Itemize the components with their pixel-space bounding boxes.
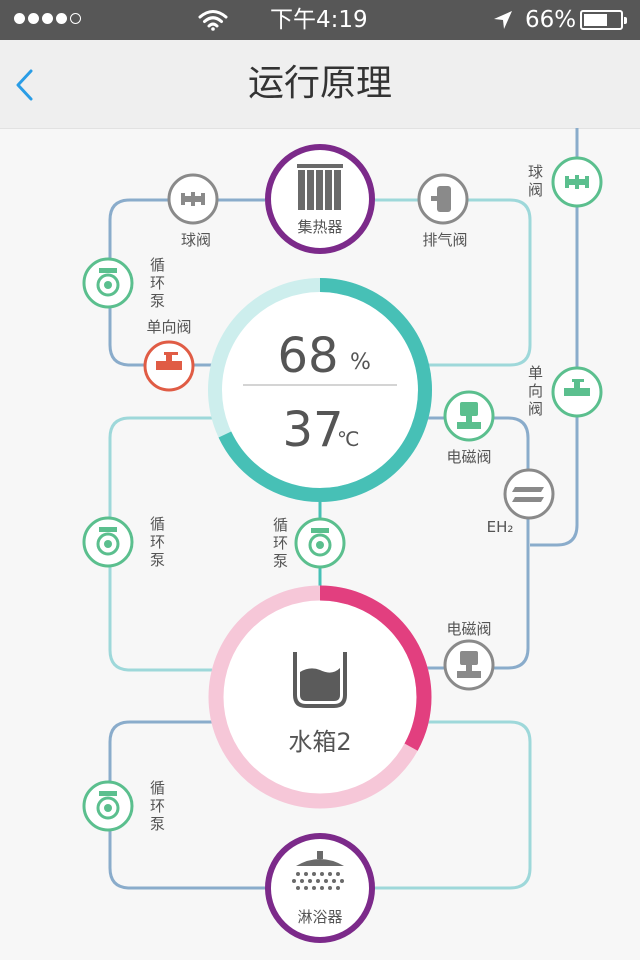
check-valve-right-label: 单向阀	[528, 364, 543, 418]
pump-upper-left[interactable]: 循环泵	[82, 256, 165, 310]
heater-label: EH₂	[487, 518, 514, 536]
ball-valve-top-label: 球阀	[181, 231, 211, 249]
gauge-temp-value: 37	[282, 402, 343, 458]
pump-center[interactable]: 循环泵	[273, 516, 346, 570]
solar-collector[interactable]: 集热器	[265, 144, 375, 254]
shower[interactable]: 淋浴器	[265, 833, 375, 943]
solenoid-valve-upper-label: 电磁阀	[446, 448, 491, 466]
ball-valve-right-label: 球阀	[528, 163, 543, 199]
gauge: 68 % 37 ℃	[208, 278, 432, 502]
ball-valve-icon	[565, 175, 589, 189]
pump-lower-left[interactable]: 循环泵	[82, 779, 165, 833]
tank-label: 水箱2	[288, 728, 351, 756]
check-valve-left[interactable]: 单向阀	[143, 318, 195, 392]
exhaust-valve[interactable]: 排气阀	[417, 173, 469, 249]
pump-center-label: 循环泵	[273, 516, 288, 570]
pump-upper-left-label: 循环泵	[150, 256, 165, 310]
solenoid-valve-lower[interactable]: 电磁阀	[443, 620, 495, 691]
pump-mid-left[interactable]: 循环泵	[82, 515, 165, 569]
pump-lower-left-label: 循环泵	[150, 779, 165, 833]
solar-panel-icon	[297, 164, 343, 210]
water-tank[interactable]: 水箱2	[208, 585, 432, 809]
ball-valve-right[interactable]: 球阀	[528, 156, 603, 208]
ball-valve-top[interactable]: 球阀	[167, 173, 219, 249]
solenoid-valve-lower-label: 电磁阀	[446, 620, 491, 638]
gauge-percent-unit: %	[350, 350, 371, 375]
system-diagram: 68 % 37 ℃ 水箱2 集热器 淋浴器 球阀 排气阀 循环泵 单向阀 球阀 …	[82, 128, 603, 943]
collector-label: 集热器	[297, 218, 342, 236]
shower-label: 淋浴器	[297, 908, 342, 926]
check-valve-right[interactable]: 单向阀	[528, 364, 603, 418]
exhaust-valve-label: 排气阀	[422, 231, 467, 249]
solenoid-valve-upper[interactable]: 电磁阀	[443, 390, 495, 466]
check-valve-left-label: 单向阀	[146, 318, 191, 336]
gauge-temp-unit: ℃	[337, 427, 359, 451]
gauge-percent-value: 68	[277, 328, 338, 384]
ball-valve-icon	[181, 192, 205, 206]
pump-mid-left-label: 循环泵	[150, 515, 165, 569]
electric-heater[interactable]: EH₂	[487, 468, 555, 536]
